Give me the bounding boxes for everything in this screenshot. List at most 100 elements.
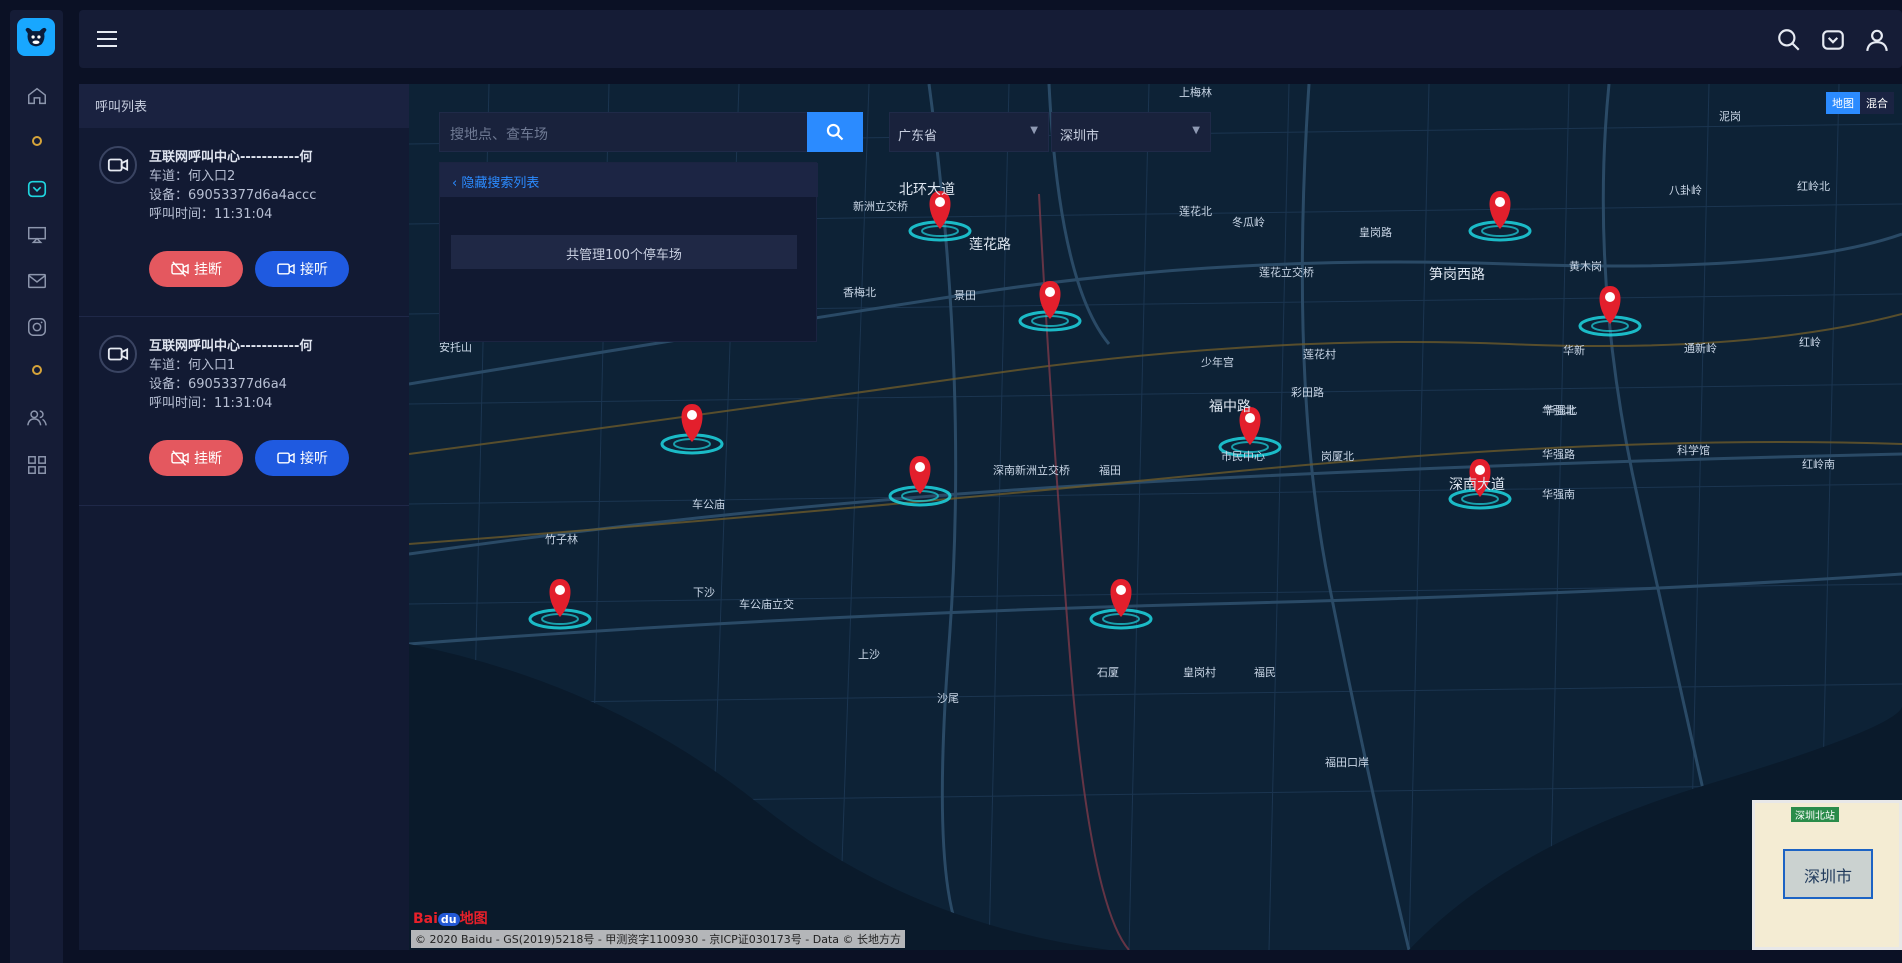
rail-home[interactable] <box>24 83 50 109</box>
hide-list-label: 隐藏搜索列表 <box>461 176 540 191</box>
video-off-icon <box>171 261 189 277</box>
mail-icon <box>28 273 46 289</box>
map-place-label: 华强北 <box>1544 404 1577 417</box>
map-type-hybrid[interactable]: 混合 <box>1860 92 1894 114</box>
rail-mail[interactable] <box>24 268 50 294</box>
map-place-label: 福中路 <box>1209 399 1251 415</box>
baidu-logo-paw: du <box>437 913 460 926</box>
video-camera-icon <box>277 263 295 275</box>
overview-map[interactable]: 深圳北站 深圳市 <box>1752 800 1902 950</box>
hangup-label: 挂断 <box>194 262 222 278</box>
instagram-icon <box>28 318 46 336</box>
rail-monitor[interactable] <box>24 222 50 248</box>
call-info: 互联网呼叫中心-----------何 车道：何入口1 设备：69053377d… <box>149 337 312 413</box>
hide-list-toggle[interactable]: ‹ 隐藏搜索列表 <box>440 163 818 197</box>
parking-pin[interactable] <box>1468 191 1532 242</box>
map-place-label: 景田 <box>954 289 976 302</box>
map-place-label: 上梅林 <box>1179 86 1212 99</box>
map-place-label: 彩田路 <box>1291 386 1324 399</box>
province-select[interactable]: 广东省 ▼ <box>889 112 1049 152</box>
call-item: 互联网呼叫中心-----------何 车道：何入口2 设备：69053377d… <box>79 128 409 317</box>
hangup-label: 挂断 <box>194 451 222 467</box>
map-place-label: 竹子林 <box>545 533 578 546</box>
video-camera-icon <box>107 158 129 172</box>
baidu-logo-text: Bai <box>413 911 438 927</box>
map-place-label: 深南新洲立交桥 <box>993 464 1070 477</box>
parking-pin[interactable] <box>660 404 724 455</box>
panel-title: 呼叫列表 <box>79 84 409 128</box>
map-place-label: 福民 <box>1254 666 1276 679</box>
overview-city-frame: 深圳市 <box>1783 849 1873 899</box>
province-value: 广东省 <box>898 129 938 144</box>
map-place-label: 八卦岭 <box>1669 184 1702 197</box>
parking-pin[interactable] <box>528 579 592 630</box>
caret-down-icon: ▼ <box>1030 125 1038 136</box>
parking-pin[interactable] <box>1089 579 1153 630</box>
call-lane: 车道：何入口1 <box>149 358 236 373</box>
map-place-label: 红岭 <box>1799 336 1821 349</box>
rail-status-dot <box>32 136 42 146</box>
answer-button[interactable]: 接听 <box>255 440 349 476</box>
map-place-label: 华新 <box>1563 344 1585 357</box>
video-camera-icon <box>107 347 129 361</box>
map-place-label: 红岭北 <box>1797 180 1830 193</box>
search-icon[interactable] <box>1776 27 1802 53</box>
map-place-label: 皇岗路 <box>1359 226 1392 239</box>
map-place-label: 市民中心 <box>1221 450 1265 463</box>
call-avatar <box>99 146 137 184</box>
map-place-label: 通新岭 <box>1684 342 1717 355</box>
rail-users[interactable] <box>24 405 50 431</box>
search-button[interactable] <box>807 112 863 152</box>
parking-map[interactable]: 北环大道莲花路深南大道笋岗西路福中路车公庙香蜜景田少年宫莲花村市民中心岗厦北华强… <box>409 84 1902 950</box>
user-icon[interactable] <box>1864 27 1890 53</box>
app: 呼叫列表 互联网呼叫中心-----------何 车道：何入口2 设备：6905… <box>0 0 1902 963</box>
city-value: 深圳市 <box>1060 129 1100 144</box>
call-title: 互联网呼叫中心-----------何 <box>149 150 313 165</box>
map-copyright: © 2020 Baidu - GS(2019)5218号 - 甲测资字11009… <box>411 930 906 948</box>
map-place-label: 北环大道 <box>899 182 955 198</box>
call-list-panel: 呼叫列表 互联网呼叫中心-----------何 车道：何入口2 设备：6905… <box>79 84 409 950</box>
search-input[interactable]: 搜地点、查车场 <box>439 112 817 152</box>
map-place-label: 红岭南 <box>1802 458 1835 471</box>
answer-label: 接听 <box>300 262 328 278</box>
map-place-label: 莲花立交桥 <box>1259 266 1314 279</box>
city-select[interactable]: 深圳市 ▼ <box>1051 112 1211 152</box>
pocket-icon <box>27 180 47 198</box>
menu-icon[interactable] <box>95 28 119 50</box>
call-item: 互联网呼叫中心-----------何 车道：何入口1 设备：69053377d… <box>79 317 409 506</box>
map-type-map[interactable]: 地图 <box>1826 92 1860 114</box>
map-place-label: 车公庙立交 <box>739 598 794 611</box>
monitor-icon <box>28 226 46 244</box>
call-time: 呼叫时间：11:31:04 <box>149 207 273 222</box>
chevron-left-icon: ‹ <box>452 176 462 191</box>
map-place-label: 科学馆 <box>1677 444 1710 457</box>
app-logo[interactable] <box>17 18 55 56</box>
call-info: 互联网呼叫中心-----------何 车道：何入口2 设备：69053377d… <box>149 148 316 224</box>
map-place-label: 少年宫 <box>1201 356 1234 369</box>
answer-button[interactable]: 接听 <box>255 251 349 287</box>
map-place-label: 冬瓜岭 <box>1232 216 1265 229</box>
map-place-label: 皇岗村 <box>1183 666 1216 679</box>
left-rail <box>10 10 63 963</box>
rail-grid[interactable] <box>24 452 50 478</box>
map-place-label: 泥岗 <box>1719 110 1741 123</box>
hangup-button[interactable]: 挂断 <box>149 251 243 287</box>
bull-logo-icon <box>25 27 47 47</box>
call-device: 设备：69053377d6a4accc <box>149 188 317 203</box>
call-device: 设备：69053377d6a4 <box>149 377 287 392</box>
rail-calls[interactable] <box>24 176 50 202</box>
map-place-label: 新洲立交桥 <box>853 200 908 213</box>
map-place-label: 车公庙 <box>692 498 725 511</box>
pocket-icon[interactable] <box>1820 27 1846 53</box>
map-place-label: 福田口岸 <box>1325 756 1369 769</box>
video-camera-icon <box>277 452 295 464</box>
overview-station-tag: 深圳北站 <box>1791 807 1839 822</box>
call-lane: 车道：何入口2 <box>149 169 236 184</box>
map-type-switch: 地图 混合 <box>1826 92 1894 114</box>
map-place-label: 深南大道 <box>1449 477 1505 493</box>
parking-count: 共管理100个停车场 <box>451 235 797 269</box>
map-place-label: 莲花路 <box>969 237 1011 253</box>
map-place-label: 福田 <box>1099 464 1121 477</box>
rail-camera[interactable] <box>24 314 50 340</box>
hangup-button[interactable]: 挂断 <box>149 440 243 476</box>
